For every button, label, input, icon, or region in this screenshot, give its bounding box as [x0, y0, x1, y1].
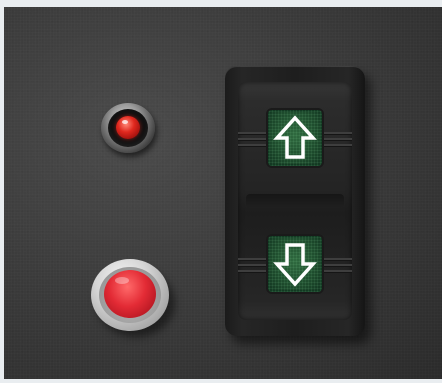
arrow-up-icon: [273, 115, 317, 159]
lamp-lens: [116, 116, 140, 139]
red-push-button[interactable]: [91, 259, 175, 337]
indicator-lamp-icon: [101, 103, 155, 153]
control-panel: [4, 7, 442, 379]
lamp-glint: [122, 120, 128, 124]
push-button-glint: [115, 277, 129, 284]
rocker-down-button[interactable]: [268, 236, 322, 292]
arrow-down-icon: [273, 243, 317, 287]
rocker-switch: [225, 66, 371, 344]
push-button-icon: [104, 270, 156, 318]
photo-frame: [0, 0, 442, 383]
rocker-body: [238, 82, 352, 320]
panel-texture: [4, 7, 442, 379]
rocker-up-button[interactable]: [268, 110, 322, 166]
rocker-pivot: [246, 194, 344, 208]
